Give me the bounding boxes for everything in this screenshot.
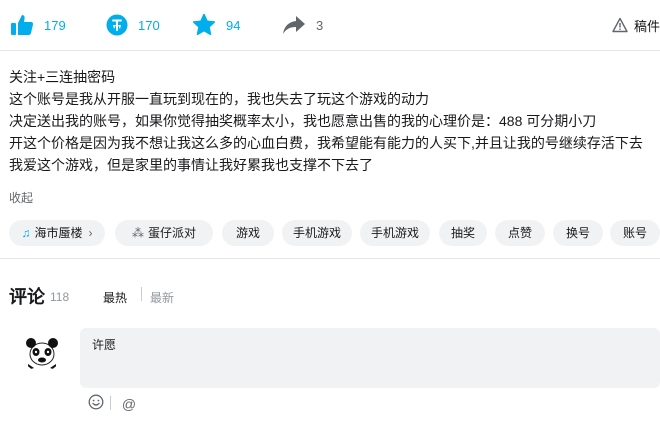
video-description: 关注+三连抽密码 这个账号是我从开服一直玩到现在的，我也失去了玩这个游戏的动力 … bbox=[9, 66, 654, 176]
music-note-icon: ♫ bbox=[21, 226, 31, 240]
share-button[interactable]: 3 bbox=[282, 0, 323, 50]
dots-cluster-icon: ⁂ bbox=[131, 226, 144, 240]
description-line: 关注+三连抽密码 bbox=[9, 69, 116, 85]
coin-icon bbox=[106, 14, 128, 36]
share-arrow-icon bbox=[282, 14, 306, 36]
avatar[interactable] bbox=[22, 332, 62, 372]
thumbs-up-icon bbox=[10, 13, 34, 37]
star-icon bbox=[192, 13, 216, 37]
tag-item[interactable]: 游戏 bbox=[222, 220, 274, 246]
description-line: 决定送出我的账号，如果你觉得抽奖概率太小，我也愿意出售的我的心理价是：488 可… bbox=[9, 113, 597, 129]
tag-label: 蛋仔派对 bbox=[147, 226, 196, 240]
tag-game-topic[interactable]: ⁂ 蛋仔派对 bbox=[115, 220, 213, 246]
like-count: 179 bbox=[44, 17, 66, 33]
action-toolbar: 179 170 94 3 稿件 bbox=[0, 0, 660, 50]
tag-item[interactable]: 换号 bbox=[553, 220, 603, 246]
tag-item[interactable]: 手机游戏 bbox=[360, 220, 430, 246]
reply-input[interactable]: 许愿 bbox=[80, 328, 660, 388]
tag-item[interactable]: 抽奖 bbox=[439, 220, 487, 246]
description-line: 我爱这个游戏，但是家里的事情让我好累我也支撑不下去了 bbox=[9, 157, 373, 173]
emoji-button[interactable] bbox=[86, 394, 106, 414]
favorite-count: 94 bbox=[226, 17, 241, 33]
mention-button[interactable]: @ bbox=[119, 394, 139, 414]
smiley-icon bbox=[88, 394, 104, 415]
sort-separator bbox=[141, 287, 142, 301]
report-button[interactable]: 稿件 bbox=[612, 0, 660, 50]
coin-button[interactable]: 170 bbox=[106, 0, 160, 50]
coin-count: 170 bbox=[138, 17, 160, 33]
composer-separator bbox=[110, 396, 111, 410]
tag-list: ♫ 海市蜃楼 › ⁂ 蛋仔派对 游戏 手机游戏 手机游戏 抽奖 点赞 换号 账号 bbox=[9, 220, 660, 246]
tag-item[interactable]: 点赞 bbox=[495, 220, 545, 246]
report-label: 稿件 bbox=[634, 18, 660, 34]
tag-label: 海市蜃楼 bbox=[34, 226, 83, 240]
tag-topic-music[interactable]: ♫ 海市蜃楼 › bbox=[9, 220, 105, 246]
sort-hot-tab[interactable]: 最热 bbox=[103, 289, 127, 306]
tags-divider bbox=[0, 258, 660, 259]
comments-count: 118 bbox=[50, 290, 70, 304]
tag-item[interactable]: 账号 bbox=[610, 220, 660, 246]
share-count: 3 bbox=[316, 17, 324, 33]
tag-item[interactable]: 手机游戏 bbox=[282, 220, 352, 246]
at-sign-icon: @ bbox=[121, 396, 137, 412]
comments-title: 评论 bbox=[9, 287, 45, 307]
chevron-right-icon: › bbox=[88, 226, 93, 240]
toolbar-divider bbox=[0, 50, 660, 51]
warning-triangle-icon bbox=[612, 17, 628, 33]
description-line: 开这个价格是因为我不想让我这么多的心血白费，我希望能有能力的人买下,并且让我的号… bbox=[9, 135, 643, 151]
collapse-toggle[interactable]: 收起 bbox=[9, 189, 33, 206]
sort-new-tab[interactable]: 最新 bbox=[150, 289, 174, 306]
like-button[interactable]: 179 bbox=[10, 0, 66, 50]
favorite-button[interactable]: 94 bbox=[192, 0, 240, 50]
description-line: 这个账号是我从开服一直玩到现在的，我也失去了玩这个游戏的动力 bbox=[9, 91, 429, 107]
